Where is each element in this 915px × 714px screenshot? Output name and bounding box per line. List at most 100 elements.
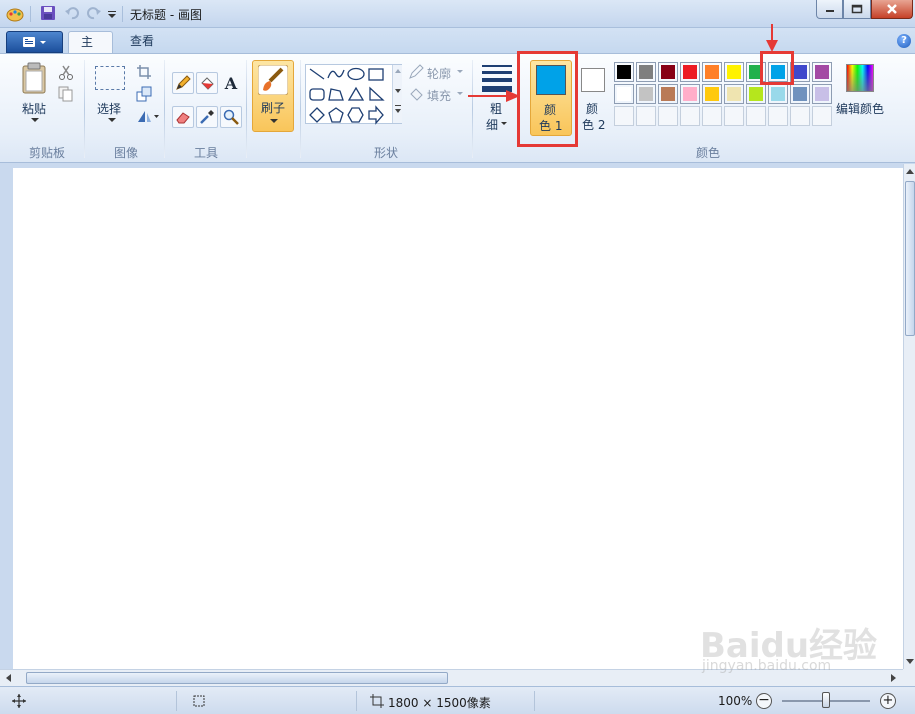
- custom-color-slot[interactable]: [614, 106, 634, 126]
- fill-label: 填充: [427, 89, 452, 103]
- custom-color-slot[interactable]: [790, 106, 810, 126]
- custom-color-slot[interactable]: [746, 106, 766, 126]
- select-button[interactable]: 选择: [93, 64, 129, 126]
- palette-color-swatch[interactable]: [658, 62, 678, 82]
- maximize-button[interactable]: [843, 0, 871, 19]
- palette-color-swatch[interactable]: [790, 84, 810, 104]
- custom-color-slot[interactable]: [658, 106, 678, 126]
- annotation-highlight-palette: [760, 51, 794, 85]
- zoom-slider-thumb[interactable]: [822, 692, 830, 708]
- custom-color-slot[interactable]: [812, 106, 832, 126]
- tab-view[interactable]: 查看: [118, 31, 168, 54]
- swatch-fill: [639, 65, 653, 79]
- scroll-left-icon[interactable]: [5, 674, 13, 682]
- copy-icon[interactable]: [58, 86, 74, 102]
- color-picker-tool-button[interactable]: [196, 106, 218, 128]
- palette-color-swatch[interactable]: [614, 84, 634, 104]
- swatch-fill: [637, 107, 655, 125]
- select-label: 选择: [97, 102, 122, 116]
- custom-color-slot[interactable]: [768, 106, 788, 126]
- palette-color-swatch[interactable]: [724, 62, 744, 82]
- vertical-scroll-thumb[interactable]: [905, 181, 915, 336]
- text-a-icon: A: [224, 73, 238, 93]
- chevron-down-icon: [457, 92, 463, 95]
- custom-color-slot[interactable]: [680, 106, 700, 126]
- palette-color-swatch[interactable]: [680, 84, 700, 104]
- palette-color-swatch[interactable]: [812, 84, 832, 104]
- shapes-gallery-scroll[interactable]: [392, 65, 402, 123]
- swatch-fill: [793, 65, 807, 79]
- scroll-right-icon[interactable]: [889, 674, 897, 682]
- eraser-tool-button[interactable]: [172, 106, 194, 128]
- save-icon[interactable]: [40, 5, 58, 23]
- gallery-scroll-arrows-icon: [395, 69, 401, 113]
- cut-icon[interactable]: [58, 64, 74, 80]
- color2-button[interactable]: 颜 色 2: [578, 64, 610, 136]
- palette-color-swatch[interactable]: [636, 62, 656, 82]
- shapes-gallery-icons: [309, 67, 385, 125]
- palette-color-swatch[interactable]: [658, 84, 678, 104]
- swatch-fill: [681, 107, 699, 125]
- palette-color-swatch[interactable]: [746, 84, 766, 104]
- minimize-button[interactable]: [816, 0, 843, 19]
- custom-color-slot[interactable]: [636, 106, 656, 126]
- zoom-out-button[interactable]: −: [756, 693, 772, 709]
- tab-home[interactable]: 主页: [68, 31, 113, 70]
- text-tool-button[interactable]: A: [220, 72, 242, 94]
- help-icon[interactable]: ?: [897, 34, 911, 48]
- vertical-scrollbar[interactable]: [903, 164, 915, 669]
- zoom-in-button[interactable]: +: [880, 693, 896, 709]
- paste-icon: [22, 62, 46, 94]
- undo-icon[interactable]: [64, 5, 82, 23]
- resize-icon[interactable]: [136, 86, 152, 102]
- fill-bucket-icon: [410, 88, 423, 101]
- pencil-tool-button[interactable]: [172, 72, 194, 94]
- magnifier-tool-button[interactable]: [220, 106, 242, 128]
- shapes-gallery[interactable]: [305, 64, 402, 125]
- rotate-icon[interactable]: [136, 108, 160, 124]
- clipboard-group-label: 剪贴板: [28, 146, 65, 160]
- scroll-down-icon[interactable]: [906, 657, 914, 665]
- paint-app-icon[interactable]: [6, 5, 24, 23]
- scroll-corner: [903, 669, 915, 686]
- swatch-fill: [815, 65, 829, 79]
- group-separator: [300, 60, 301, 158]
- crop-icon[interactable]: [136, 64, 152, 80]
- eraser-icon: [176, 112, 190, 124]
- group-separator: [84, 60, 85, 158]
- outline-button[interactable]: 轮廓: [408, 64, 468, 82]
- palette-color-swatch[interactable]: [702, 62, 722, 82]
- redo-icon[interactable]: [86, 5, 104, 23]
- paste-button[interactable]: 粘贴: [18, 62, 50, 124]
- drawing-canvas[interactable]: [13, 168, 903, 669]
- swatch-fill: [771, 87, 785, 101]
- close-button[interactable]: [871, 0, 913, 19]
- image-size-icon: [370, 694, 384, 708]
- palette-color-swatch[interactable]: [768, 84, 788, 104]
- scroll-up-icon[interactable]: [906, 168, 914, 176]
- edit-colors-button[interactable]: 编辑颜色: [836, 62, 886, 124]
- swatch-fill: [703, 107, 721, 125]
- palette-color-swatch[interactable]: [702, 84, 722, 104]
- palette-color-swatch[interactable]: [680, 62, 700, 82]
- swatch-fill: [617, 65, 631, 79]
- horizontal-scroll-thumb[interactable]: [26, 672, 448, 684]
- fill-button[interactable]: 填充: [408, 86, 468, 104]
- outline-label: 轮廓: [427, 67, 452, 81]
- annotation-arrow-right-icon: [468, 90, 520, 102]
- group-separator: [164, 60, 165, 158]
- palette-color-swatch[interactable]: [636, 84, 656, 104]
- palette-color-swatch[interactable]: [614, 62, 634, 82]
- brushes-label: 刷子: [261, 101, 286, 115]
- brushes-button[interactable]: 刷子: [252, 60, 294, 132]
- palette-color-swatch[interactable]: [724, 84, 744, 104]
- palette-color-swatch[interactable]: [812, 62, 832, 82]
- swatch-fill: [705, 87, 719, 101]
- custom-color-slot[interactable]: [724, 106, 744, 126]
- cursor-position-icon: [12, 694, 26, 708]
- paint-menu-button[interactable]: [6, 31, 63, 53]
- custom-color-slot[interactable]: [702, 106, 722, 126]
- swatch-fill: [639, 87, 653, 101]
- fill-tool-button[interactable]: [196, 72, 218, 94]
- swatch-fill: [617, 87, 631, 101]
